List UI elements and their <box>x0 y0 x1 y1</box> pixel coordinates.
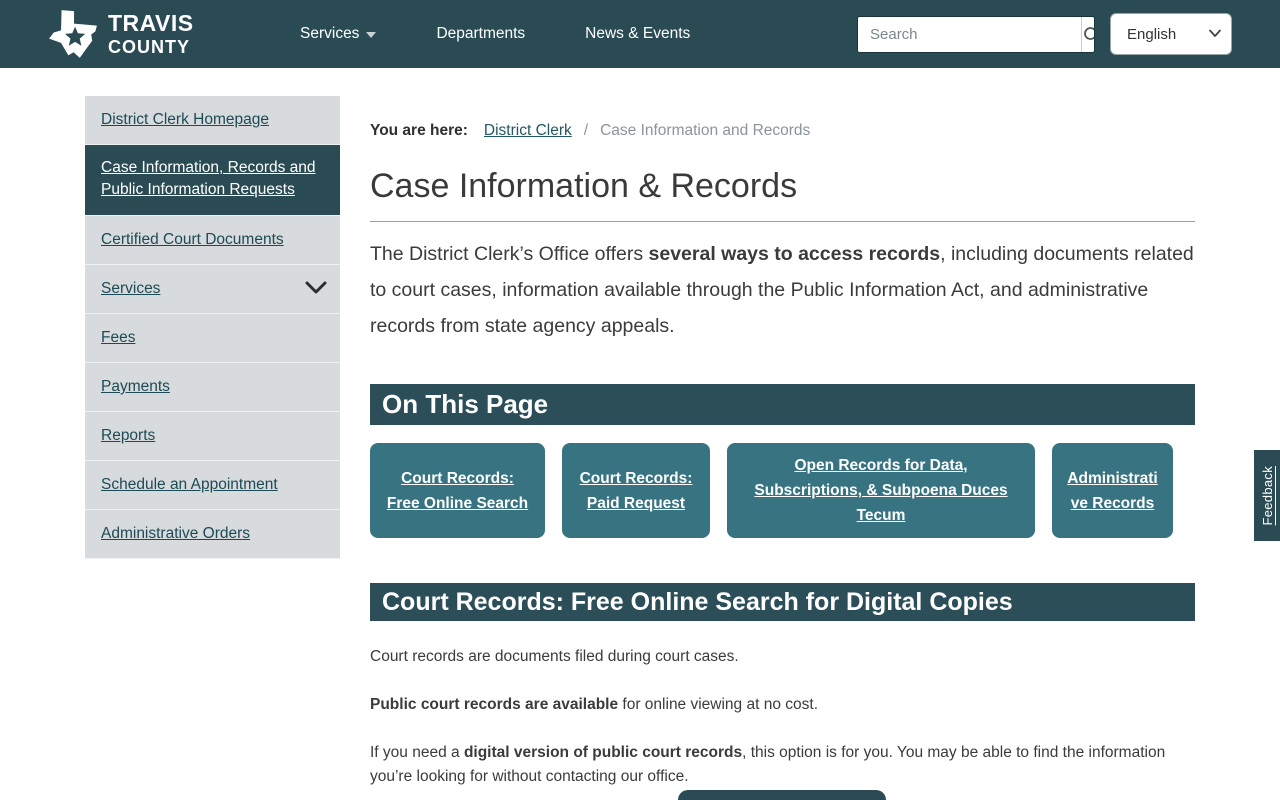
feedback-tab[interactable]: Feedback <box>1254 450 1280 541</box>
breadcrumb-prefix: You are here: <box>370 122 468 139</box>
breadcrumb-link-district-clerk[interactable]: District Clerk <box>484 122 572 140</box>
sidebar-item-case-information[interactable]: Case Information, Records and Public Inf… <box>85 145 340 216</box>
sidebar-item-payments[interactable]: Payments <box>85 363 340 412</box>
language-select[interactable]: English <box>1110 13 1232 55</box>
intro-paragraph: The District Clerk’s Office offers sever… <box>370 243 1194 337</box>
main-content: You are here: District Clerk / Case Info… <box>370 112 1195 800</box>
portal-search-button-partial[interactable] <box>678 790 886 800</box>
page: TRAVIS COUNTY Services Departments News … <box>0 0 1280 800</box>
breadcrumb-current: Case Information and Records <box>600 122 811 139</box>
paragraph-2: Public court records are available for o… <box>370 696 818 713</box>
sidebar-item-reports[interactable]: Reports <box>85 412 340 461</box>
sidebar-item-services[interactable]: Services <box>85 265 340 314</box>
sidebar-item-certified-court-documents[interactable]: Certified Court Documents <box>85 216 340 265</box>
nav-news-events[interactable]: News & Events <box>585 25 690 43</box>
button-administrative-records[interactable]: Administrative Records <box>1052 443 1173 538</box>
sidebar-item-fees[interactable]: Fees <box>85 314 340 363</box>
search-button[interactable] <box>1081 17 1094 52</box>
section-heading: Court Records: Free Online Search for Di… <box>370 583 1195 621</box>
sidebar-nav: District Clerk Homepage Case Information… <box>85 96 340 559</box>
button-court-records-free-online-search[interactable]: Court Records: Free Online Search <box>370 443 545 538</box>
sidebar-item-administrative-orders[interactable]: Administrative Orders <box>85 510 340 559</box>
breadcrumb-separator: / <box>583 122 589 139</box>
chevron-down-icon <box>366 32 377 38</box>
search-box <box>857 16 1095 53</box>
on-this-page-buttons: Court Records: Free Online Search Court … <box>370 443 1195 538</box>
main-nav: Services Departments News & Events <box>300 0 690 68</box>
logo-text: TRAVIS COUNTY <box>108 10 194 57</box>
sidebar-item-schedule-appointment[interactable]: Schedule an Appointment <box>85 461 340 510</box>
language-select-wrap: English <box>1110 13 1232 55</box>
texas-star-icon <box>49 10 97 58</box>
paragraph-1: Court records are documents filed during… <box>370 648 739 665</box>
button-open-records[interactable]: Open Records for Data, Subscriptions, & … <box>727 443 1035 538</box>
nav-departments[interactable]: Departments <box>436 25 525 43</box>
button-court-records-paid-request[interactable]: Court Records: Paid Request <box>562 443 710 538</box>
search-input[interactable] <box>858 17 1081 52</box>
sidebar-item-district-clerk-homepage[interactable]: District Clerk Homepage <box>85 96 340 145</box>
page-title: Case Information & Records <box>370 167 1195 222</box>
travis-county-logo[interactable]: TRAVIS COUNTY <box>46 8 194 60</box>
paragraph-3: If you need a digital version of public … <box>370 744 1166 785</box>
breadcrumb: You are here: District Clerk / Case Info… <box>370 122 1195 140</box>
search-icon <box>1084 26 1094 40</box>
on-this-page-heading: On This Page <box>370 384 1195 425</box>
nav-services[interactable]: Services <box>300 25 377 43</box>
chevron-down-icon[interactable] <box>304 278 328 298</box>
top-header: TRAVIS COUNTY Services Departments News … <box>0 0 1280 68</box>
